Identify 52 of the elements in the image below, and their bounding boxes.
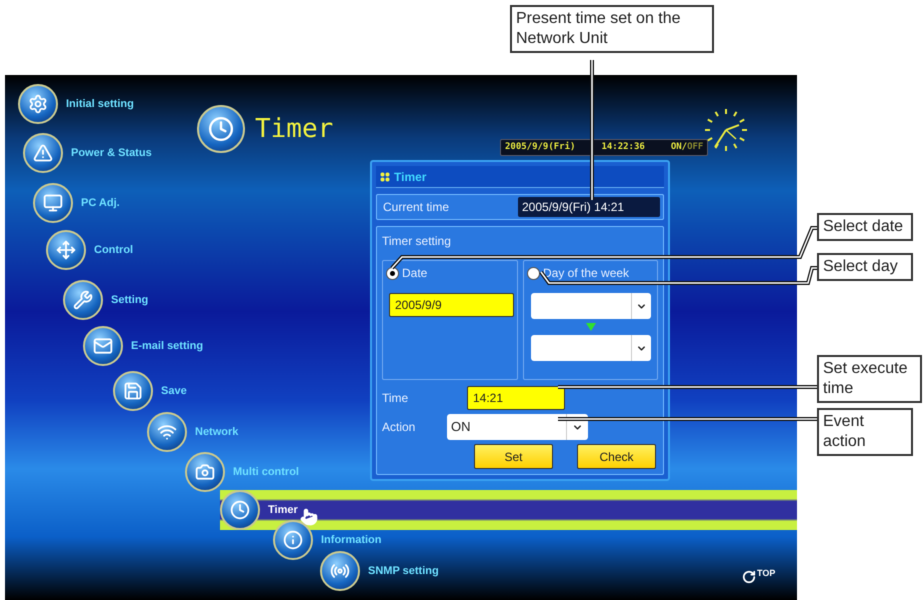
top-link[interactable]: TOP — [742, 570, 776, 584]
radio-button[interactable] — [386, 266, 399, 280]
clock-icon — [220, 490, 260, 530]
action-dropdown[interactable]: ON — [447, 414, 588, 440]
status-time: 14:22:36 — [601, 140, 645, 154]
callout-label: Present time set on the Network Unit — [510, 5, 714, 53]
clock-drawing — [703, 107, 749, 153]
info-icon — [273, 520, 313, 560]
down-triangle-icon — [586, 323, 596, 331]
panel-button[interactable]: Set — [474, 444, 553, 469]
dots-icon — [380, 172, 390, 182]
rotate-icon — [742, 570, 756, 584]
menu-item[interactable]: E-mail setting — [83, 326, 204, 366]
envelope-icon — [83, 326, 123, 366]
timer-setting-label: Timer setting — [382, 233, 452, 250]
menu-item[interactable]: Timer — [220, 490, 797, 530]
arrows-icon — [46, 230, 86, 270]
hand-cursor-icon — [300, 508, 318, 526]
callout-label: Event action — [817, 408, 913, 456]
date-field[interactable]: 2005/9/9 — [389, 293, 514, 317]
current-time-value: 2005/9/9(Fri) 14:21 — [518, 197, 660, 217]
warning-icon — [23, 133, 63, 173]
menu-item[interactable]: PC Adj. — [33, 183, 120, 223]
callout-label: Select date — [817, 213, 913, 241]
action-label: Action — [382, 419, 416, 436]
status-date: 2005/9/9(Fri) — [505, 140, 576, 154]
wrench-icon — [63, 280, 103, 320]
gear-icon — [18, 84, 58, 124]
clock-icon — [197, 105, 245, 153]
antenna-icon — [320, 551, 360, 591]
panel-title: Timer — [394, 168, 426, 186]
menu-item[interactable]: Control — [46, 230, 134, 270]
status-off: OFF — [687, 140, 704, 154]
radio-label: Date — [402, 265, 428, 282]
page-title: Timer — [255, 112, 334, 146]
menu-item[interactable]: Initial setting — [18, 84, 134, 124]
time-field[interactable]: 14:21 — [467, 386, 565, 410]
menu-item[interactable]: Network — [147, 412, 238, 452]
time-label: Time — [382, 390, 410, 407]
current-time-label: Current time — [383, 199, 450, 216]
menu-item[interactable]: Power & Status — [23, 133, 152, 173]
radio-button[interactable] — [527, 266, 540, 280]
menu-item[interactable]: Setting — [63, 280, 148, 320]
camera-icon — [185, 452, 225, 492]
status-on: ON/ — [670, 140, 688, 154]
menu-item[interactable]: SNMP setting — [320, 551, 439, 591]
signal-icon — [147, 412, 187, 452]
callout-label: Set execute time — [817, 355, 922, 403]
panel-button[interactable]: Check — [577, 444, 656, 469]
menu-item[interactable]: Save — [113, 371, 187, 411]
monitor-icon — [33, 183, 73, 223]
callout-label: Select day — [817, 253, 913, 281]
